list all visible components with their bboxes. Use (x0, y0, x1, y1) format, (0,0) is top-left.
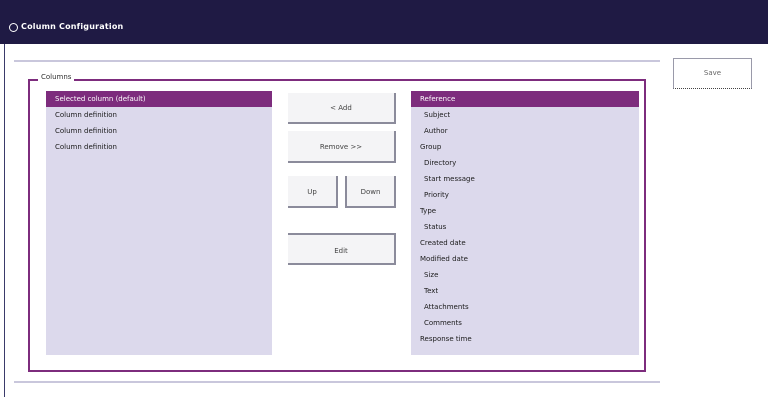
list-item[interactable]: Modified date (411, 251, 639, 267)
selected-columns-list[interactable]: Reference Subject Author Group Directory Star… (411, 91, 639, 355)
group-legend: Columns (38, 73, 75, 81)
list-item[interactable]: Type (411, 203, 639, 219)
window-icon (9, 23, 18, 32)
save-button[interactable]: Save (673, 58, 752, 89)
available-columns-list[interactable]: Selected column (default) Column definiti… (46, 91, 272, 355)
list-item[interactable]: Created date (411, 235, 639, 251)
list-item[interactable]: Reference (411, 91, 639, 107)
edit-button[interactable]: Edit (288, 233, 396, 265)
left-border (4, 44, 5, 397)
list-item[interactable]: Status (411, 219, 639, 235)
move-up-button[interactable]: Up (288, 176, 338, 208)
list-item[interactable]: Column definition (46, 123, 272, 139)
list-item[interactable]: Priority (411, 187, 639, 203)
panel-bottom-divider (14, 381, 660, 383)
move-down-button[interactable]: Down (345, 176, 396, 208)
list-item[interactable]: Group (411, 139, 639, 155)
list-item[interactable]: Subject (411, 107, 639, 123)
list-item[interactable]: Text (411, 283, 639, 299)
list-item[interactable]: Column definition (46, 139, 272, 155)
remove-button[interactable]: Remove >> (288, 131, 396, 163)
list-item[interactable]: Selected column (default) (46, 91, 272, 107)
list-item[interactable]: Column definition (46, 107, 272, 123)
list-item[interactable]: Author (411, 123, 639, 139)
list-item[interactable]: Start message (411, 171, 639, 187)
list-item[interactable]: Directory (411, 155, 639, 171)
list-item[interactable]: Response time (411, 331, 639, 347)
panel-top-divider (14, 60, 660, 62)
list-item[interactable]: Size (411, 267, 639, 283)
list-item[interactable]: Attachments (411, 299, 639, 315)
list-item[interactable]: Comments (411, 315, 639, 331)
add-button[interactable]: < Add (288, 93, 396, 124)
title-bar: Column Configuration (0, 0, 768, 44)
window-title: Column Configuration (21, 22, 124, 31)
